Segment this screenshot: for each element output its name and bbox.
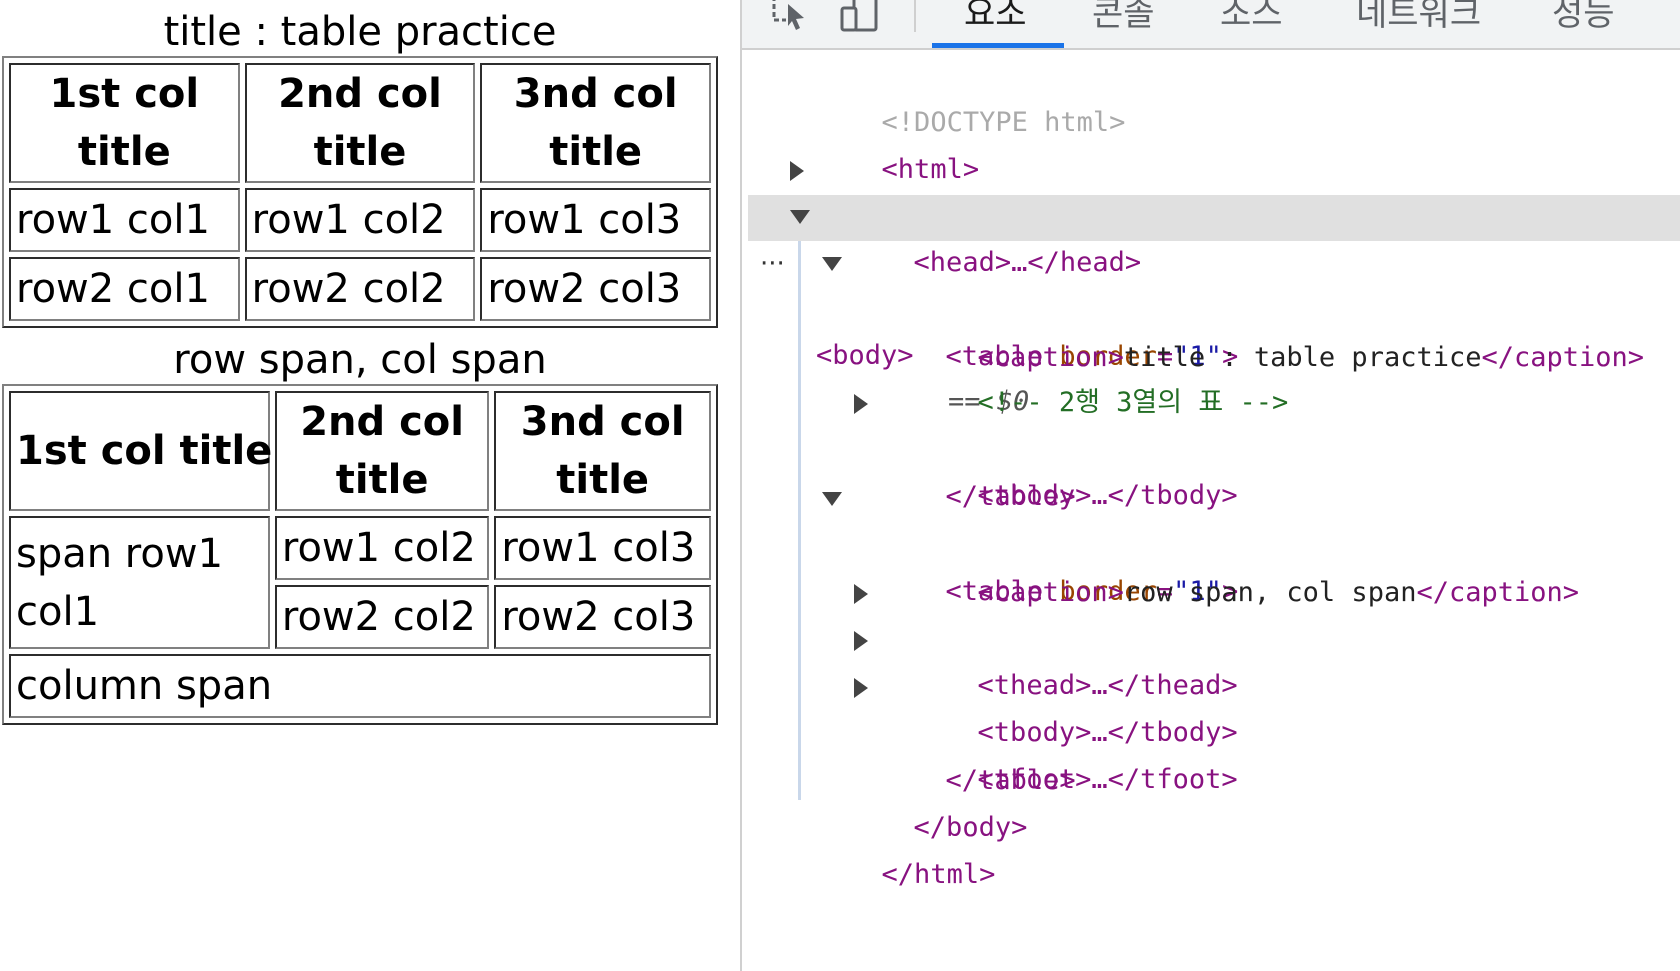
table-cell: row2 col3 xyxy=(480,257,711,321)
dom-node-tbody[interactable]: <tbody>…</tbody> xyxy=(854,381,1238,511)
table-cell: row1 col2 xyxy=(244,188,476,252)
dom-node-body-close[interactable]: </body> xyxy=(816,759,1028,843)
table-footer-row: column span xyxy=(9,654,711,718)
expand-arrow-icon[interactable] xyxy=(854,678,868,698)
expand-arrow-icon[interactable] xyxy=(854,394,868,414)
tab-performance[interactable]: 성능 xyxy=(1552,0,1615,35)
collapse-arrow-icon[interactable] xyxy=(822,492,842,506)
dom-node-head[interactable]: <head>…</head> xyxy=(790,148,1141,278)
table-row: row2 col1 row2 col2 row2 col3 xyxy=(9,257,711,321)
header-cell: 2nd col title xyxy=(244,63,476,183)
dom-node-html[interactable]: <html> xyxy=(784,101,980,185)
colspan-cell: column span xyxy=(9,654,711,718)
rowspan-cell: span row1 col1 xyxy=(9,516,270,649)
dom-node-table[interactable]: <table border="1"> xyxy=(822,477,1238,607)
dom-tree: <!DOCTYPE html> <html> <head>…</head> ··… xyxy=(742,50,1680,971)
page-viewport: title : table practice 1st col title 2nd … xyxy=(0,0,740,971)
dom-node-table-close[interactable]: </table> xyxy=(848,428,1076,512)
header-cell: 3nd col title xyxy=(480,63,711,183)
toolbar-divider xyxy=(914,0,916,32)
table-cell: row1 col3 xyxy=(494,516,711,580)
tab-elements[interactable]: 요소 xyxy=(964,0,1027,35)
table-row: row1 col1 row1 col2 row1 col3 xyxy=(9,188,711,252)
table-header-row: 1st col title 2nd col title 3nd col title xyxy=(9,391,711,511)
table-caption: title : table practice xyxy=(163,9,557,55)
tab-console[interactable]: 콘솔 xyxy=(1092,0,1155,35)
dom-node-tfoot[interactable]: <tfoot>…</tfoot> xyxy=(854,665,1238,795)
header-cell: 1st col title xyxy=(9,391,272,511)
table-cell: row2 col3 xyxy=(494,585,711,649)
inspect-element-icon[interactable] xyxy=(770,0,810,32)
tab-sources[interactable]: 소스 xyxy=(1220,0,1283,35)
table-cell: row1 col1 xyxy=(9,188,240,252)
devtools-panel: 요소 콘솔 소스 네트워크 성능 <!DOCTYPE html> <html> … xyxy=(740,0,1680,971)
dom-node-tbody[interactable]: <tbody>…</tbody> xyxy=(854,618,1238,748)
dom-node-thead[interactable]: <thead>…</thead> xyxy=(854,571,1238,701)
dom-node-html-close[interactable]: </html> xyxy=(784,806,996,890)
expand-arrow-icon[interactable] xyxy=(790,161,804,181)
header-cell: 1st col title xyxy=(9,63,240,183)
device-toolbar-icon[interactable] xyxy=(840,0,880,32)
more-options-icon[interactable]: ··· xyxy=(760,241,785,287)
dom-node-doctype[interactable]: <!DOCTYPE html> xyxy=(784,54,1126,138)
table-row: span row1 col1 row1 col2 row1 col3 xyxy=(9,516,711,649)
table-cell: row2 col2 xyxy=(244,257,476,321)
practice-table: title : table practice 1st col title 2nd … xyxy=(2,0,718,328)
devtools-toolbar: 요소 콘솔 소스 네트워크 성능 xyxy=(742,0,1680,50)
tab-network[interactable]: 네트워크 xyxy=(1356,0,1481,35)
dom-node-body-selected[interactable]: ··· <body> == $0 xyxy=(748,195,1680,417)
table-cell: row2 col1 xyxy=(9,257,240,321)
table-caption: row span, col span xyxy=(173,337,547,383)
dom-node-table-close[interactable]: </table> xyxy=(848,712,1076,796)
dom-node-table[interactable]: <table border="1"> xyxy=(822,242,1238,372)
table-header-row: 1st col title 2nd col title 3nd col title xyxy=(9,63,711,183)
table-cell: row1 col3 xyxy=(480,188,711,252)
active-tab-indicator xyxy=(932,43,1064,48)
collapse-arrow-icon[interactable] xyxy=(790,210,810,224)
collapse-arrow-icon[interactable] xyxy=(822,257,842,271)
header-cell: 3nd col title xyxy=(494,391,711,511)
span-table: row span, col span 1st col title 2nd col… xyxy=(2,328,718,725)
table-cell: row1 col2 xyxy=(274,516,490,580)
expand-arrow-icon[interactable] xyxy=(854,631,868,651)
table-cell: row2 col2 xyxy=(274,585,490,649)
dom-node-comment[interactable]: <!-- 2행 3열의 표 --> xyxy=(880,334,1289,418)
dom-node-caption[interactable]: <caption>title : table practice</caption… xyxy=(880,289,1645,373)
header-cell: 2nd col title xyxy=(274,391,490,511)
expand-arrow-icon[interactable] xyxy=(854,584,868,604)
dom-node-caption[interactable]: <caption>row span, col span</caption> xyxy=(880,524,1579,608)
